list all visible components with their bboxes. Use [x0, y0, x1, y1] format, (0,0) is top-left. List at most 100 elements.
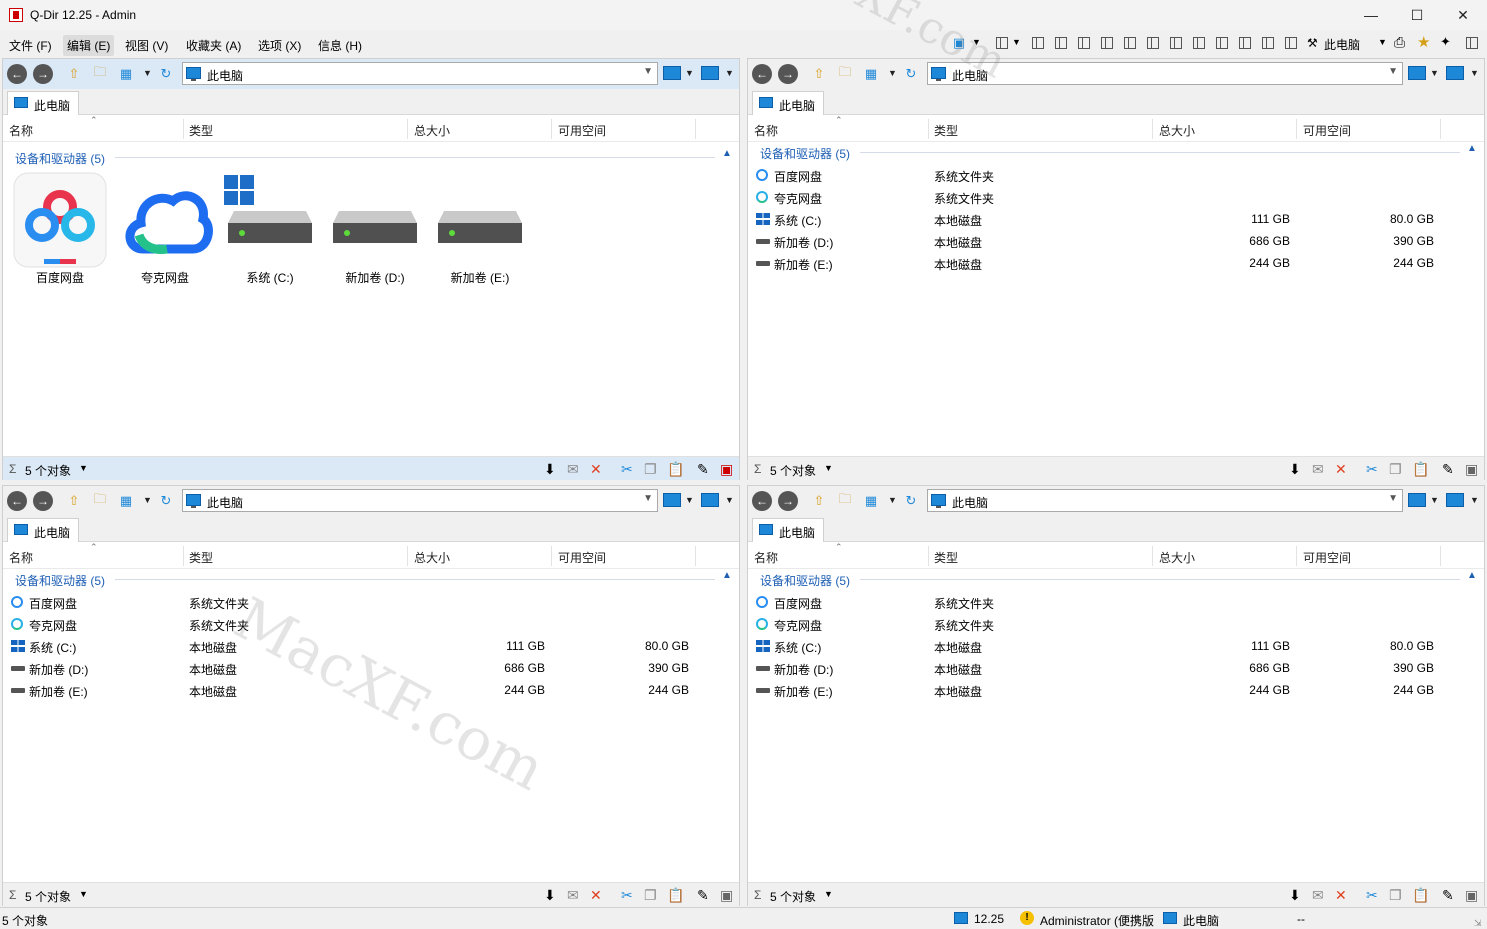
- back-icon[interactable]: ←: [7, 64, 27, 84]
- view-mode-icon[interactable]: ▦: [117, 492, 135, 510]
- paste-icon[interactable]: 📋: [1412, 461, 1429, 478]
- forward-icon[interactable]: →: [33, 64, 53, 84]
- chevron-down-icon[interactable]: ▼: [888, 495, 897, 505]
- rename-icon[interactable]: ✎: [1442, 887, 1454, 904]
- collapse-icon[interactable]: ▲: [722, 570, 732, 581]
- back-icon[interactable]: ←: [752, 64, 772, 84]
- col-type[interactable]: 类型: [934, 549, 958, 566]
- layout-7-icon[interactable]: [1170, 37, 1182, 49]
- view-mode-icon[interactable]: ▦: [862, 65, 880, 83]
- item-baidu[interactable]: 百度网盘: [10, 171, 110, 291]
- view-mode-icon[interactable]: ▦: [862, 492, 880, 510]
- list-item[interactable]: 夸克网盘 系统文件夹: [3, 613, 739, 635]
- col-free[interactable]: 可用空间: [1303, 549, 1351, 566]
- chevron-down-icon[interactable]: ▼: [1430, 495, 1439, 505]
- paste-icon[interactable]: 📋: [667, 461, 684, 478]
- col-name[interactable]: 名称: [754, 549, 778, 566]
- col-total[interactable]: 总大小: [1159, 122, 1195, 139]
- layout-6-icon[interactable]: [1147, 37, 1159, 49]
- item-kuake[interactable]: 夸克网盘: [115, 171, 215, 291]
- tab-this-pc[interactable]: 此电脑: [752, 91, 824, 115]
- layout-2-icon[interactable]: [1055, 37, 1067, 49]
- lightning-icon[interactable]: ⬇: [1289, 461, 1301, 478]
- resize-grip-icon[interactable]: ⇲: [1474, 918, 1482, 929]
- cut-icon[interactable]: ✂: [1366, 887, 1378, 904]
- forward-icon[interactable]: →: [778, 491, 798, 511]
- new-folder-icon[interactable]: 🗀: [91, 64, 109, 83]
- wrench-icon[interactable]: ✦: [1440, 34, 1451, 50]
- paste-icon[interactable]: 📋: [667, 887, 684, 904]
- minimize-button[interactable]: —: [1348, 0, 1394, 30]
- list-item[interactable]: 新加卷 (D:) 本地磁盘 686 GB 390 GB: [3, 657, 739, 679]
- col-free[interactable]: 可用空间: [558, 549, 606, 566]
- forward-icon[interactable]: →: [33, 491, 53, 511]
- delete-icon[interactable]: ✕: [1335, 887, 1347, 904]
- chevron-down-icon[interactable]: ▼: [1430, 68, 1439, 78]
- item-drive-c[interactable]: 系统 (C:): [220, 171, 320, 291]
- new-folder-icon[interactable]: 🗀: [91, 491, 109, 510]
- col-type[interactable]: 类型: [189, 549, 213, 566]
- chevron-down-icon[interactable]: ▼: [1012, 37, 1021, 47]
- list-item[interactable]: 夸克网盘 系统文件夹: [748, 613, 1484, 635]
- properties-icon[interactable]: ▣: [720, 887, 733, 904]
- address-bar[interactable]: 此电脑 ▼: [927, 489, 1403, 512]
- address-bar[interactable]: 此电脑 ▼: [182, 489, 658, 512]
- tools-icon[interactable]: ⚒: [1307, 36, 1318, 50]
- chevron-down-icon[interactable]: ▼: [143, 495, 152, 505]
- menu-favorites[interactable]: 收藏夹 (A): [186, 37, 241, 54]
- list-item[interactable]: 百度网盘 系统文件夹: [748, 164, 1484, 186]
- list-item[interactable]: 系统 (C:) 本地磁盘 111 GB 80.0 GB: [748, 635, 1484, 657]
- layout-icon[interactable]: [996, 37, 1008, 49]
- maximize-button[interactable]: ☐: [1394, 0, 1440, 30]
- menu-info[interactable]: 信息 (H): [318, 37, 362, 54]
- back-icon[interactable]: ←: [7, 491, 27, 511]
- copy-icon[interactable]: ❐: [644, 887, 657, 904]
- mail-icon[interactable]: ✉: [567, 887, 579, 904]
- list-item[interactable]: 新加卷 (E:) 本地磁盘 244 GB 244 GB: [748, 679, 1484, 701]
- copy-icon[interactable]: ❐: [644, 461, 657, 478]
- layout-3-icon[interactable]: [1078, 37, 1090, 49]
- location-label[interactable]: 此电脑: [1324, 36, 1360, 53]
- paste-icon[interactable]: 📋: [1412, 887, 1429, 904]
- col-total[interactable]: 总大小: [414, 122, 450, 139]
- menu-options[interactable]: 选项 (X): [258, 37, 301, 54]
- view-mode-icon[interactable]: ▦: [117, 65, 135, 83]
- mail-icon[interactable]: ✉: [1312, 461, 1324, 478]
- layout-9-icon[interactable]: [1216, 37, 1228, 49]
- tab-this-pc[interactable]: 此电脑: [752, 518, 824, 542]
- network-icon[interactable]: ▣: [950, 34, 968, 52]
- group-header[interactable]: 设备和驱动器 (5) ▲: [3, 148, 739, 166]
- chevron-down-icon[interactable]: ▼: [643, 493, 653, 504]
- monitor-icon[interactable]: [1408, 493, 1426, 507]
- chevron-down-icon[interactable]: ▼: [1388, 66, 1398, 77]
- list-item[interactable]: 系统 (C:) 本地磁盘 111 GB 80.0 GB: [3, 635, 739, 657]
- refresh-icon[interactable]: ↻: [157, 65, 175, 83]
- forward-icon[interactable]: →: [778, 64, 798, 84]
- collapse-icon[interactable]: ▲: [1467, 570, 1477, 581]
- layout-8-icon[interactable]: [1193, 37, 1205, 49]
- folder-up-icon[interactable]: ⇧: [65, 65, 83, 83]
- monitor-icon[interactable]: [701, 493, 719, 507]
- collapse-icon[interactable]: ▲: [722, 148, 732, 159]
- new-folder-icon[interactable]: 🗀: [836, 64, 854, 83]
- printer-icon[interactable]: ⎙: [1394, 34, 1405, 51]
- menu-file[interactable]: 文件 (F): [9, 37, 52, 54]
- menu-edit[interactable]: 编辑 (E): [63, 35, 115, 56]
- new-folder-icon[interactable]: 🗀: [836, 491, 854, 510]
- rename-icon[interactable]: ✎: [1442, 461, 1454, 478]
- list-item[interactable]: 夸克网盘 系统文件夹: [748, 186, 1484, 208]
- col-free[interactable]: 可用空间: [558, 122, 606, 139]
- mail-icon[interactable]: ✉: [567, 461, 579, 478]
- list-item[interactable]: 百度网盘 系统文件夹: [3, 591, 739, 613]
- list-item[interactable]: 新加卷 (D:) 本地磁盘 686 GB 390 GB: [748, 230, 1484, 252]
- col-name[interactable]: 名称: [9, 549, 33, 566]
- chevron-down-icon[interactable]: ▼: [79, 889, 88, 899]
- monitor-icon[interactable]: [1446, 66, 1464, 80]
- rename-icon[interactable]: ✎: [697, 461, 709, 478]
- list-item[interactable]: 百度网盘 系统文件夹: [748, 591, 1484, 613]
- menu-view[interactable]: 视图 (V): [125, 37, 168, 54]
- lightning-icon[interactable]: ⬇: [1289, 887, 1301, 904]
- col-free[interactable]: 可用空间: [1303, 122, 1351, 139]
- monitor-icon[interactable]: [663, 493, 681, 507]
- group-header[interactable]: 设备和驱动器 (5) ▲: [3, 570, 739, 588]
